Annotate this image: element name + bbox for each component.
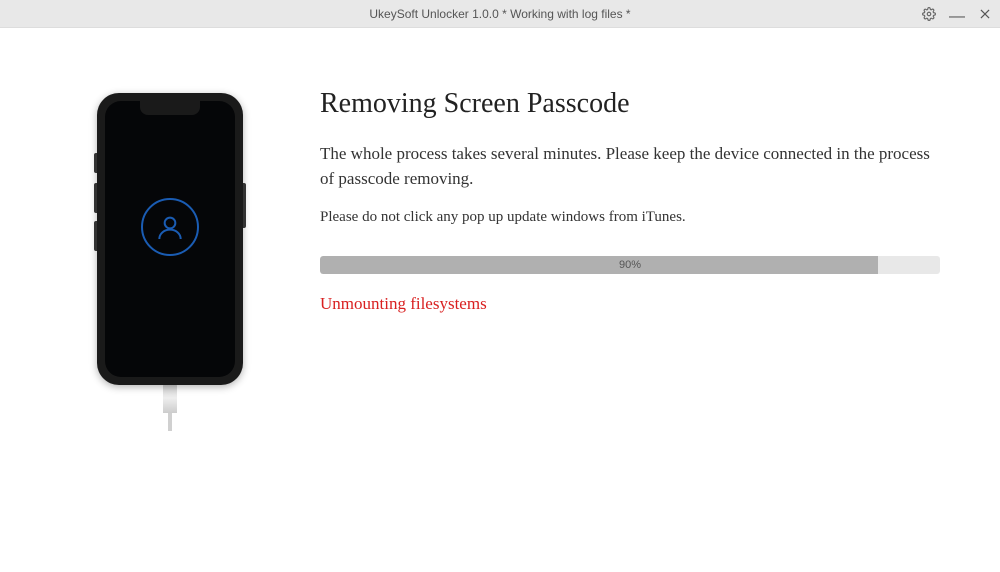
phone-power-button bbox=[243, 183, 246, 228]
warning-text: Please do not click any pop up update wi… bbox=[320, 209, 940, 226]
page-title: Removing Screen Passcode bbox=[320, 88, 940, 120]
phone-volume-up bbox=[94, 183, 97, 213]
device-illustration bbox=[40, 88, 300, 572]
close-icon[interactable] bbox=[978, 7, 992, 21]
progress-fill bbox=[320, 256, 878, 274]
cable-connector-icon bbox=[163, 383, 177, 413]
progress-percent-label: 90% bbox=[619, 259, 641, 271]
phone-volume-down bbox=[94, 221, 97, 251]
description-text: The whole process takes several minutes.… bbox=[320, 142, 940, 191]
settings-icon[interactable] bbox=[922, 7, 936, 21]
phone-mute-switch bbox=[94, 153, 97, 173]
progress-bar: 90% bbox=[320, 256, 940, 274]
main-content: Removing Screen Passcode The whole proce… bbox=[0, 28, 1000, 572]
minimize-icon[interactable]: — bbox=[950, 10, 964, 24]
phone-notch bbox=[140, 101, 200, 115]
titlebar-text: UkeySoft Unlocker 1.0.0 * Working with l… bbox=[369, 7, 630, 21]
content-area: Removing Screen Passcode The whole proce… bbox=[300, 88, 960, 572]
cable-wire-icon bbox=[168, 413, 172, 431]
phone-screen bbox=[105, 101, 235, 377]
user-avatar-icon bbox=[141, 198, 199, 256]
titlebar: UkeySoft Unlocker 1.0.0 * Working with l… bbox=[0, 0, 1000, 28]
phone-frame bbox=[97, 93, 243, 385]
status-text: Unmounting filesystems bbox=[320, 294, 940, 314]
titlebar-controls: — bbox=[922, 0, 992, 28]
